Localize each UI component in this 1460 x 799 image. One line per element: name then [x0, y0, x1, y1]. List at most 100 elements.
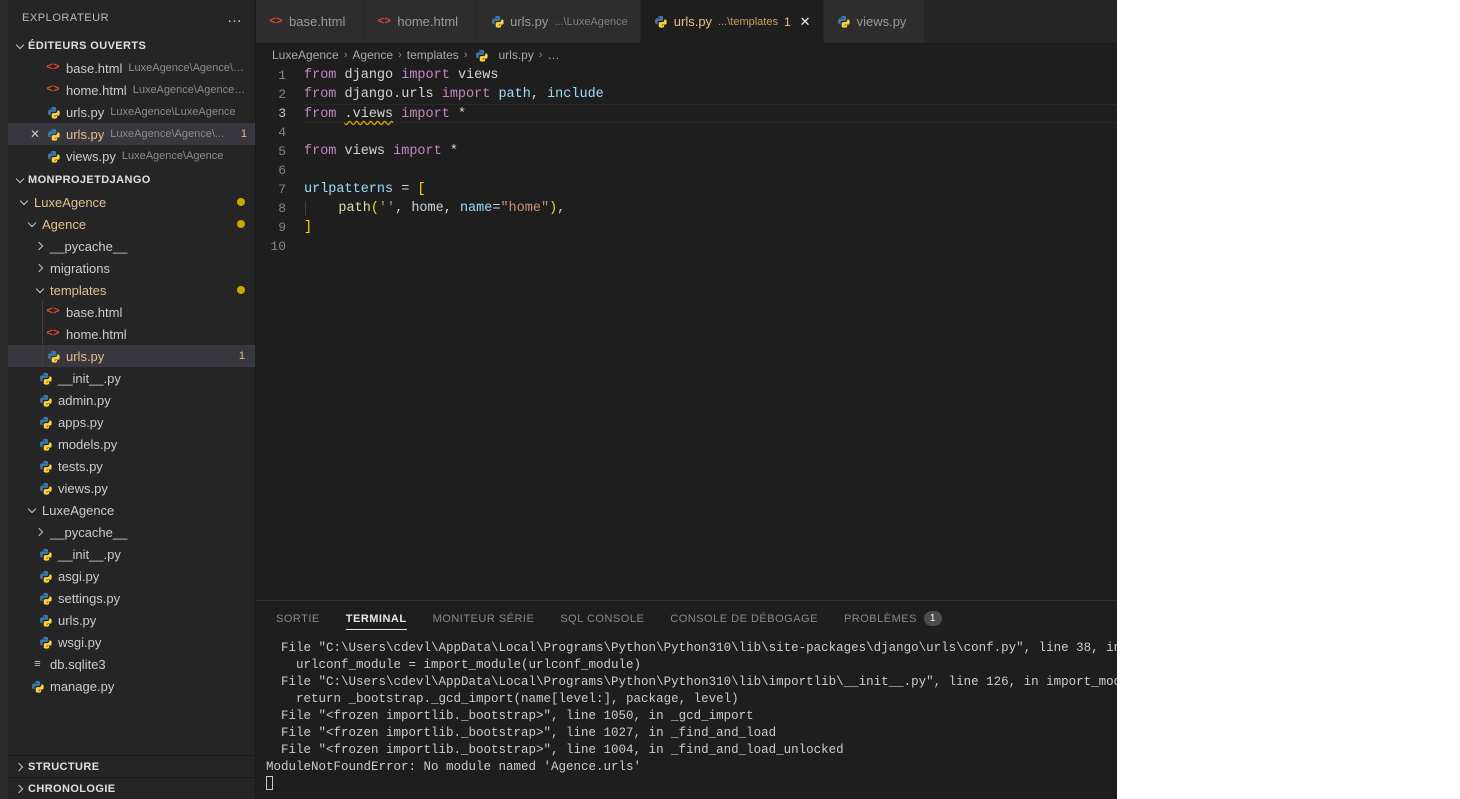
breadcrumb-item[interactable]: urls.py [472, 48, 534, 62]
sidebar-section-structure[interactable]: STRUCTURE [8, 755, 255, 777]
vscode-window: EXPLORATEUR … ÉDITEURS OUVERTS <> base.ht… [0, 0, 1117, 799]
breadcrumb-item[interactable]: … [548, 48, 560, 62]
tree-file[interactable]: wsgi.py [8, 631, 255, 653]
chevron-right-icon [32, 524, 48, 540]
tree-file[interactable]: tests.py [8, 455, 255, 477]
open-editor-filepath: LuxeAgence\LuxeAgence [110, 106, 236, 118]
tree-folder[interactable]: migrations [8, 257, 255, 279]
code-editor[interactable]: 1 from django import views 2 from django.ur… [256, 66, 1117, 600]
terminal-output[interactable]: File "C:\Users\cdevl\AppData\Local\Progr… [256, 636, 1117, 799]
breadcrumb-label: … [547, 48, 560, 62]
tree-item-label: __init__.py [58, 546, 121, 562]
indent-guide [42, 323, 43, 345]
tree-item-label: wsgi.py [58, 634, 102, 650]
python-file-icon [44, 106, 62, 119]
panel-tab-label: PROBLÈMES [843, 612, 917, 625]
code-line: 5 from views import * [256, 142, 1117, 161]
ellipsis-icon[interactable]: … [227, 10, 243, 25]
tree-file[interactable]: settings.py [8, 587, 255, 609]
tree-file[interactable]: asgi.py [8, 565, 255, 587]
code-line: 7 urlpatterns = [ [256, 180, 1117, 199]
tree-file[interactable]: apps.py [8, 411, 255, 433]
section-label: CHRONOLOGIE [28, 782, 116, 795]
panel-tab-problèmes[interactable]: PROBLÈMES 1 [844, 601, 942, 636]
editor-tab[interactable]: urls.py ...\LuxeAgence [477, 0, 641, 43]
tree-file[interactable]: ≡ db.sqlite3 [8, 653, 255, 675]
tree-file[interactable]: views.py [8, 477, 255, 499]
breadcrumb-item[interactable]: Agence [352, 48, 393, 62]
tree-folder[interactable]: Agence [8, 213, 255, 235]
tab-bar-filler [925, 0, 1117, 43]
python-file-icon [36, 394, 54, 407]
code-line: 3 from .views import * [256, 104, 1117, 123]
tree-item-label: manage.py [50, 678, 115, 694]
sidebar-section-chronologie[interactable]: CHRONOLOGIE [8, 777, 255, 799]
open-editors-section-header[interactable]: ÉDITEURS OUVERTS [8, 35, 255, 57]
project-section-header[interactable]: MONPROJETDJANGO [8, 169, 255, 191]
close-icon[interactable]: ✕ [26, 128, 44, 140]
tree-folder[interactable]: __pycache__ [8, 521, 255, 543]
python-file-icon [36, 482, 54, 495]
tree-folder[interactable]: LuxeAgence [8, 191, 255, 213]
panel-tab-label: MONITEUR SÉRIE [432, 612, 535, 625]
editor-tab[interactable]: <> home.html [364, 0, 478, 43]
panel-tab-terminal[interactable]: TERMINAL [345, 601, 407, 636]
tree-folder[interactable]: templates [8, 279, 255, 301]
open-editor-item[interactable]: <> home.html LuxeAgence\Agence\t... [8, 79, 255, 101]
activity-bar[interactable] [0, 0, 8, 799]
tree-file[interactable]: admin.py [8, 389, 255, 411]
tree-item-label: asgi.py [58, 568, 100, 584]
breadcrumb: LuxeAgence › Agence › templates › urls.py ›… [256, 44, 1117, 66]
tree-folder[interactable]: LuxeAgence [8, 499, 255, 521]
line-number: 8 [278, 201, 286, 216]
editor-tab[interactable]: <> base.html [256, 0, 365, 43]
tree-folder[interactable]: __pycache__ [8, 235, 255, 257]
editor-area: <> base.html <> home.html urls.py ...\LuxeAge… [256, 0, 1117, 799]
chevron-down-icon [24, 216, 40, 232]
editor-tab[interactable]: urls.py ...\templates 1 ✕ [640, 0, 824, 43]
tab-filename: urls.py [673, 14, 713, 29]
html-file-icon: <> [269, 15, 283, 28]
panel-tab-label: CONSOLE DE DÉBOGAGE [670, 612, 818, 625]
tree-file[interactable]: __init__.py [8, 367, 255, 389]
panel-tab-console-de-débogage[interactable]: CONSOLE DE DÉBOGAGE [670, 601, 818, 636]
modified-indicator-dot [237, 198, 245, 206]
line-number: 6 [278, 163, 286, 178]
tree-file[interactable]: urls.py [8, 609, 255, 631]
open-editor-item[interactable]: urls.py LuxeAgence\LuxeAgence [8, 101, 255, 123]
tree-item-label: views.py [58, 480, 108, 496]
tree-file[interactable]: models.py [8, 433, 255, 455]
tree-item-label: db.sqlite3 [50, 656, 106, 672]
code-line: 10 [256, 237, 1117, 256]
tree-file[interactable]: urls.py 1 [8, 345, 255, 367]
tree-item-label: LuxeAgence [42, 502, 115, 518]
line-number: 3 [278, 106, 286, 121]
open-editor-item[interactable]: ✕ urls.py LuxeAgence\Agence\... 1 [8, 123, 255, 145]
close-icon[interactable]: ✕ [800, 15, 811, 28]
panel-tab-sql-console[interactable]: SQL CONSOLE [560, 601, 644, 636]
code-line: 4 [256, 123, 1117, 142]
breadcrumb-item[interactable]: templates [407, 48, 459, 62]
tree-file[interactable]: <> home.html [8, 323, 255, 345]
tree-item-label: __pycache__ [50, 238, 128, 254]
panel-tab-sortie[interactable]: SORTIE [276, 601, 320, 636]
tree-file[interactable]: manage.py [8, 675, 255, 697]
tree-file[interactable]: <> base.html [8, 301, 255, 323]
line-number: 1 [278, 68, 286, 83]
chevron-right-icon [32, 238, 48, 254]
python-file-icon [36, 438, 54, 451]
indent-guide [42, 345, 43, 367]
panel-tab-moniteur-série[interactable]: MONITEUR SÉRIE [433, 601, 535, 636]
breadcrumb-label: templates [406, 48, 459, 62]
editor-tab-bar: <> base.html <> home.html urls.py ...\LuxeAge… [256, 0, 1117, 44]
terminal-line: File "<frozen importlib._bootstrap>", li… [266, 726, 777, 740]
tree-file[interactable]: __init__.py [8, 543, 255, 565]
open-editor-filename: views.py [66, 148, 116, 164]
open-editor-item[interactable]: <> base.html LuxeAgence\Agence\te... [8, 57, 255, 79]
sidebar-bottom-sections: STRUCTURE CHRONOLOGIE [8, 755, 255, 799]
tree-item-label: tests.py [58, 458, 103, 474]
open-editor-item[interactable]: views.py LuxeAgence\Agence [8, 145, 255, 167]
breadcrumb-item[interactable]: LuxeAgence [272, 48, 339, 62]
editor-tab[interactable]: views.py [823, 0, 926, 43]
